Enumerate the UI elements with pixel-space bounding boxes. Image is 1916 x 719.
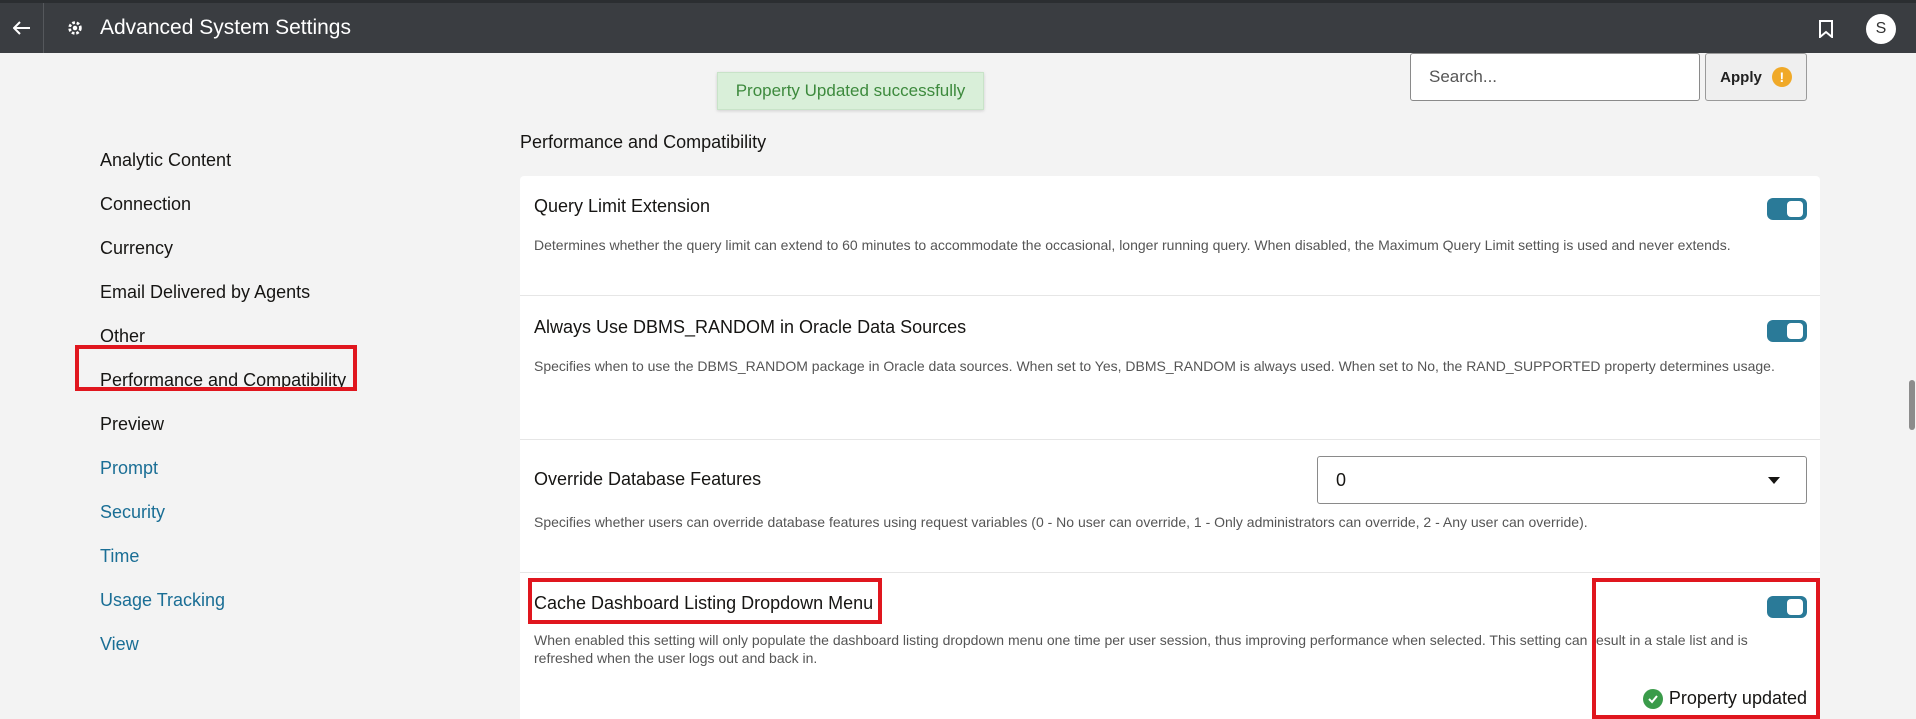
scrollbar-thumb[interactable] xyxy=(1909,380,1915,430)
setting-title: Query Limit Extension xyxy=(534,196,711,216)
override-db-select[interactable]: 0 xyxy=(1317,456,1807,504)
section-title: Performance and Compatibility xyxy=(520,132,767,152)
setting-row-dbms-random: Always Use DBMS_RANDOM in Oracle Data So… xyxy=(520,296,1820,440)
sidebar-item-usage-tracking[interactable]: Usage Tracking xyxy=(100,578,346,622)
settings-panel: Query Limit Extension Determines whether… xyxy=(520,176,1820,719)
setting-description: Specifies when to use the DBMS_RANDOM pa… xyxy=(534,358,1775,374)
app-header: Advanced System Settings S xyxy=(0,0,1916,53)
check-circle-icon xyxy=(1642,688,1663,709)
search-input[interactable] xyxy=(1410,53,1700,101)
bookmark-icon[interactable] xyxy=(1816,17,1836,41)
avatar[interactable]: S xyxy=(1866,14,1896,44)
dbms-random-toggle[interactable] xyxy=(1767,320,1807,342)
sidebar-item-performance[interactable]: Performance and Compatibility xyxy=(100,358,346,402)
back-button[interactable] xyxy=(0,3,44,53)
sidebar-item-preview[interactable]: Preview xyxy=(100,402,346,446)
setting-title: Override Database Features xyxy=(534,469,762,489)
setting-row-cache-dashboard: Cache Dashboard Listing Dropdown Menu Wh… xyxy=(520,573,1820,719)
gear-icon xyxy=(64,17,86,39)
sidebar-nav: Analytic Content Connection Currency Ema… xyxy=(100,138,346,666)
sidebar-item-analytic-content[interactable]: Analytic Content xyxy=(100,138,346,182)
property-updated-label: Property updated xyxy=(1668,688,1807,708)
property-updated-status: Property updated xyxy=(1642,688,1807,709)
setting-description: When enabled this setting will only popu… xyxy=(534,632,1748,666)
sidebar-item-view[interactable]: View xyxy=(100,622,346,666)
sidebar-item-time[interactable]: Time xyxy=(100,534,346,578)
sidebar-item-prompt[interactable]: Prompt xyxy=(100,446,346,490)
setting-description: Specifies whether users can override dat… xyxy=(534,514,1588,530)
apply-button-label: Apply xyxy=(1720,68,1762,86)
apply-button[interactable]: Apply ! xyxy=(1705,53,1807,101)
page-title: Advanced System Settings xyxy=(100,16,351,39)
setting-title: Always Use DBMS_RANDOM in Oracle Data So… xyxy=(534,317,967,337)
success-toast: Property Updated successfully xyxy=(717,72,984,110)
arrow-left-icon xyxy=(12,15,31,41)
sidebar-item-email-delivered[interactable]: Email Delivered by Agents xyxy=(100,270,346,314)
chevron-down-icon xyxy=(1768,477,1780,484)
setting-row-override-db: Override Database Features 0 Specifies w… xyxy=(520,440,1820,573)
setting-row-query-limit: Query Limit Extension Determines whether… xyxy=(520,176,1820,296)
query-limit-toggle[interactable] xyxy=(1767,198,1807,220)
sidebar-item-other[interactable]: Other xyxy=(100,314,346,358)
sidebar-item-security[interactable]: Security xyxy=(100,490,346,534)
cache-dashboard-toggle[interactable] xyxy=(1767,596,1807,618)
sidebar-item-currency[interactable]: Currency xyxy=(100,226,346,270)
setting-description: Determines whether the query limit can e… xyxy=(534,237,1731,253)
warning-icon: ! xyxy=(1771,67,1792,87)
select-value: 0 xyxy=(1336,469,1347,490)
setting-title: Cache Dashboard Listing Dropdown Menu xyxy=(534,593,874,613)
sidebar-item-connection[interactable]: Connection xyxy=(100,182,346,226)
